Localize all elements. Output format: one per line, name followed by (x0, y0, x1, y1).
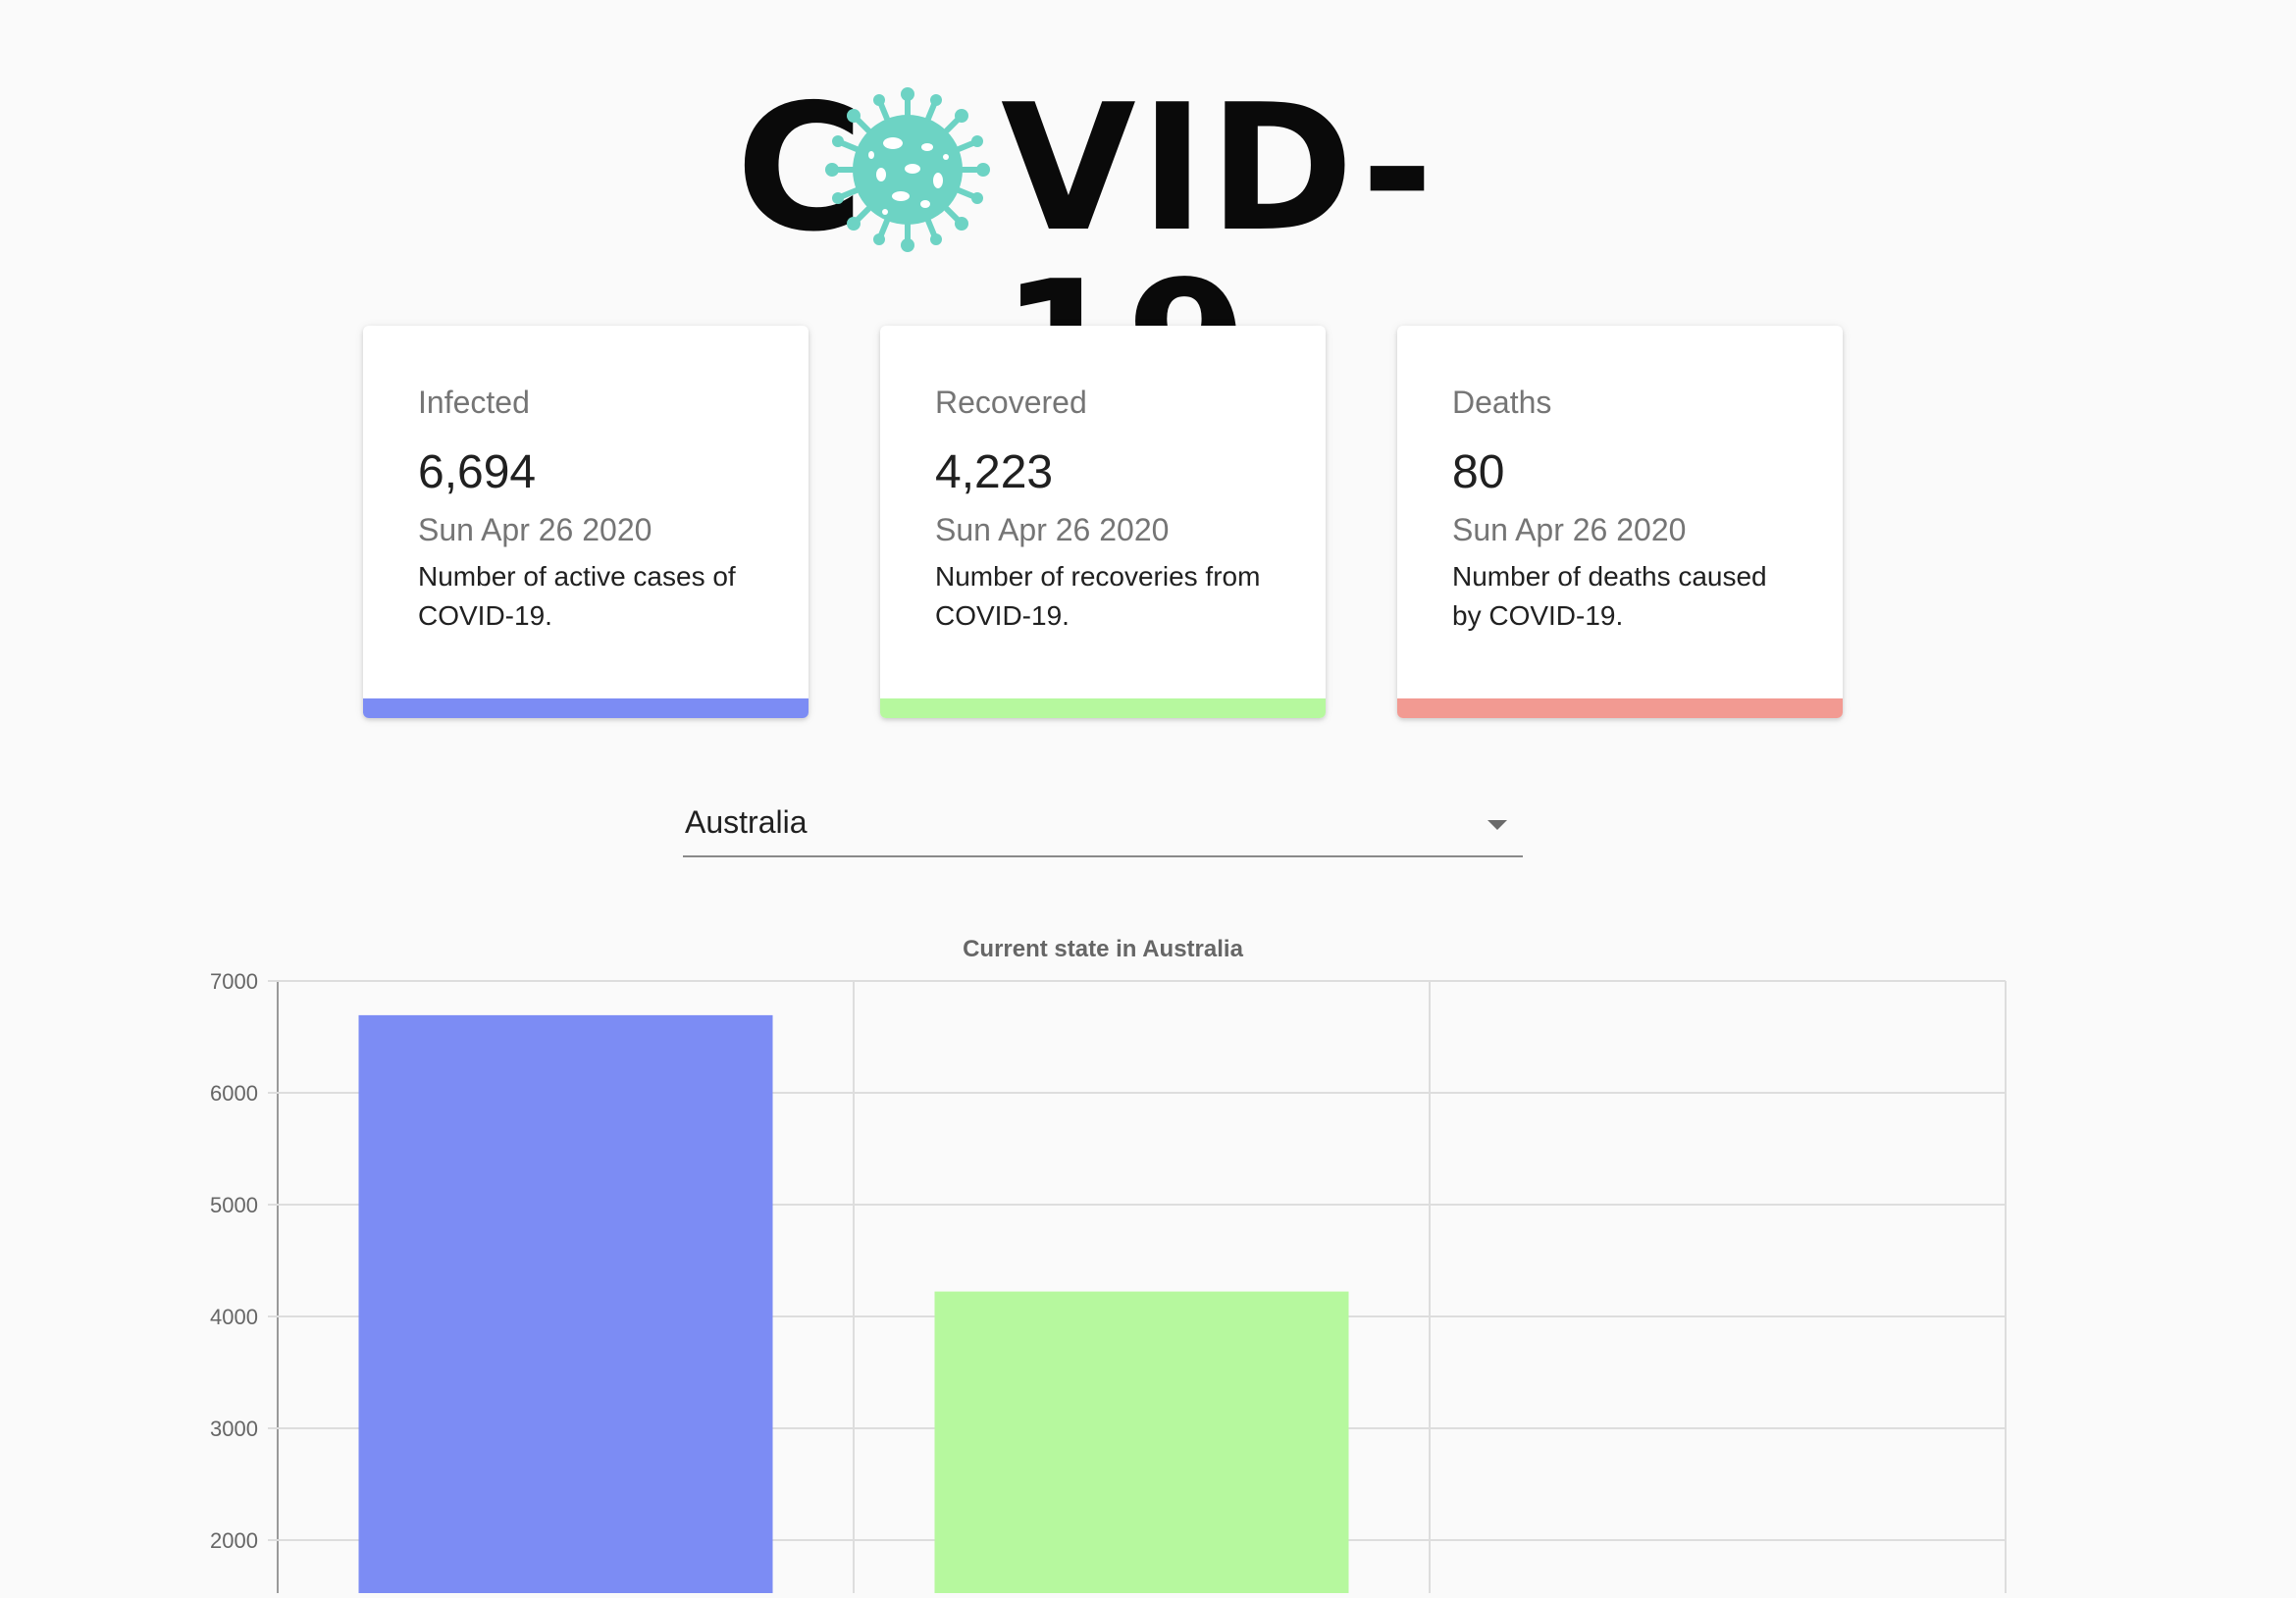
card-date: Sun Apr 26 2020 (418, 512, 652, 547)
bar-recovered (934, 1291, 1349, 1598)
covid-logo: C VID- (736, 67, 1482, 434)
deaths-card: Deaths 80 Sun Apr 26 2020 Number of deat… (1397, 326, 1843, 718)
card-date: Sun Apr 26 2020 (935, 512, 1170, 547)
country-select-value: Australia (685, 804, 808, 840)
infected-card: Infected 6,694 Sun Apr 26 2020 Number of… (363, 326, 809, 718)
recovered-card: Recovered 4,223 Sun Apr 26 2020 Number o… (880, 326, 1326, 718)
y-tick-label: 2000 (210, 1528, 258, 1553)
card-color-bar (1397, 698, 1843, 718)
card-description: Number of active cases of COVID-19. (418, 561, 736, 631)
chart-title: Current state in Australia (963, 936, 1243, 962)
logo-text-vid19: VID-19 (1001, 67, 1437, 434)
country-bar-chart: Current state in Australia 7000 6000 5000 4… (0, 922, 2296, 1598)
card-value: 80 (1452, 446, 1505, 498)
y-tick-label: 7000 (210, 969, 258, 994)
card-label: Deaths (1452, 385, 1552, 420)
card-color-bar (880, 698, 1326, 718)
virus-icon (825, 87, 990, 252)
card-description: Number of deaths caused by COVID-19. (1452, 561, 1767, 631)
bar-infected (358, 1014, 773, 1598)
y-tick-label: 6000 (210, 1081, 258, 1106)
y-tick-label: 3000 (210, 1417, 258, 1441)
card-color-bar (363, 698, 809, 718)
y-tick-label: 5000 (210, 1193, 258, 1217)
y-tick-label: 4000 (210, 1305, 258, 1329)
card-label: Infected (418, 385, 530, 420)
chart-svg: Current state in Australia 7000 6000 5000 4… (210, 936, 2007, 1598)
card-description: Number of recoveries from COVID-19. (935, 561, 1261, 631)
card-label: Recovered (935, 385, 1087, 420)
country-select[interactable]: Australia (683, 797, 1523, 857)
card-value: 6,694 (418, 446, 537, 498)
card-value: 4,223 (935, 446, 1054, 498)
chevron-down-icon[interactable] (1487, 820, 1507, 830)
card-date: Sun Apr 26 2020 (1452, 512, 1687, 547)
